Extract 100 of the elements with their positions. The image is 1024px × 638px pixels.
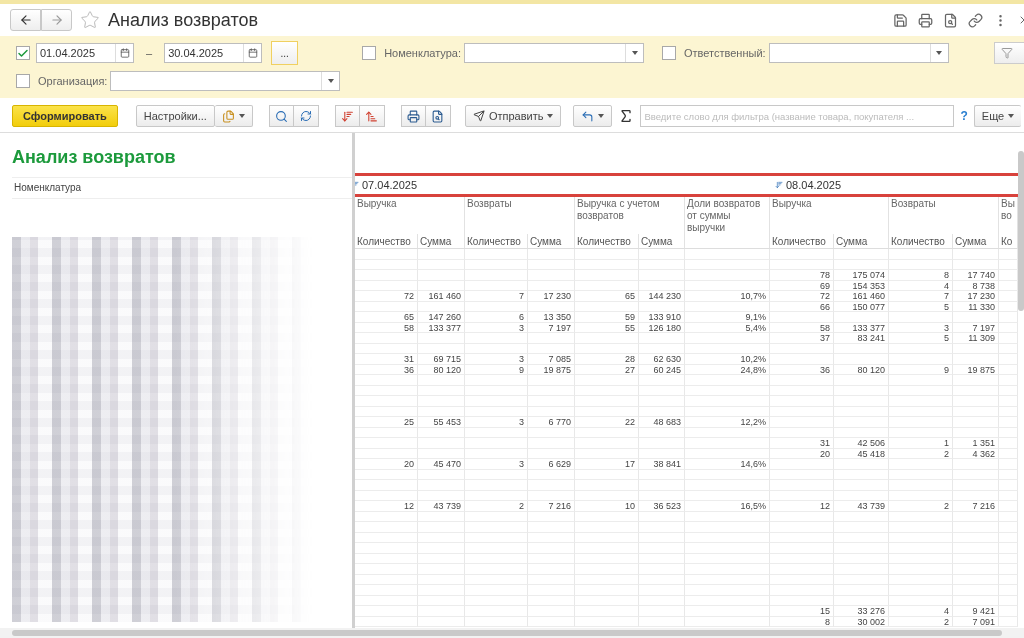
- column-header: Количество: [465, 234, 528, 249]
- table-cell: 15: [770, 606, 834, 617]
- back-button[interactable]: [10, 9, 41, 31]
- table-cell: 10,2%: [685, 354, 770, 365]
- table-cell: 7: [889, 291, 953, 302]
- empty-cell: [355, 595, 418, 606]
- variants-button[interactable]: [214, 105, 253, 127]
- print-icon: [406, 109, 420, 123]
- empty-cell: [355, 385, 418, 396]
- table-cell: 33 276: [834, 606, 889, 617]
- table-cell: 7 091: [953, 616, 999, 627]
- empty-cell: [355, 448, 418, 459]
- table-cell: 55: [575, 322, 639, 333]
- table-cell: 43 739: [834, 501, 889, 512]
- checkbox[interactable]: [362, 46, 377, 60]
- column-header: Количество: [355, 234, 418, 249]
- group-header: Возвраты: [465, 197, 575, 234]
- search-field[interactable]: Введите слово для фильтра (название товара, покупателя ...: [640, 105, 955, 127]
- table-cell: 17: [575, 459, 639, 470]
- table-cell: 83 241: [834, 333, 889, 344]
- funnel-icon: [1001, 47, 1013, 59]
- table-cell: 13 350: [528, 312, 575, 323]
- table-cell: 19 875: [953, 364, 999, 375]
- table-cell: 3: [465, 417, 528, 428]
- group-header: Выручка: [355, 197, 465, 234]
- arrow-icon: [581, 109, 595, 123]
- caret-icon: [327, 79, 334, 83]
- table-cell: 150 077: [834, 301, 889, 312]
- group-header: Выручка с учетом возвратов: [575, 197, 685, 234]
- table-cell: 31: [355, 354, 418, 365]
- table-cell: 60 245: [639, 364, 685, 375]
- caret-icon: [936, 51, 943, 55]
- column-header: Номенклатура: [12, 177, 352, 199]
- table-cell: 6 770: [528, 417, 575, 428]
- table-cell: 5: [889, 301, 953, 312]
- select-field[interactable]: [110, 71, 341, 91]
- help-link[interactable]: ?: [960, 109, 968, 123]
- save-icon[interactable]: [893, 12, 908, 28]
- settings-button[interactable]: Настройки...: [135, 105, 215, 127]
- empty-cell: [355, 406, 418, 417]
- table-cell: 9,1%: [685, 312, 770, 323]
- print-icon[interactable]: [918, 12, 933, 28]
- date-field[interactable]: 01.04.2025: [36, 43, 134, 63]
- search-button[interactable]: [268, 105, 294, 127]
- table-cell: 36: [770, 364, 834, 375]
- table-cell: 5: [889, 333, 953, 344]
- checkbox[interactable]: [662, 46, 676, 60]
- empty-cell: [889, 249, 953, 260]
- select-field[interactable]: [464, 43, 644, 63]
- generate-button[interactable]: Сформировать: [12, 105, 118, 127]
- more-menu-button[interactable]: Еще: [973, 105, 1022, 127]
- checkbox[interactable]: [16, 46, 30, 60]
- refresh-icon: [299, 110, 312, 122]
- table-cell: 8: [770, 616, 834, 627]
- table-cell: 55 453: [418, 417, 465, 428]
- undo-button[interactable]: [573, 105, 613, 127]
- link-icon[interactable]: [968, 12, 983, 28]
- empty-cell: [355, 532, 418, 543]
- more-button[interactable]: ...: [271, 41, 299, 65]
- empty-cell: [834, 249, 889, 260]
- table-cell: 2: [889, 501, 953, 512]
- table-cell: 17 230: [528, 291, 575, 302]
- send-button[interactable]: Отправить: [464, 105, 562, 127]
- date-header: 07.04.2025: [362, 179, 418, 191]
- group-header: Доли возвратов от суммы выручки: [685, 197, 770, 234]
- empty-cell: [355, 564, 418, 575]
- table-cell: 133 377: [834, 322, 889, 333]
- preview-icon[interactable]: [943, 12, 958, 28]
- send-icon: [472, 110, 485, 122]
- preview-button[interactable]: [425, 105, 451, 127]
- filter-button[interactable]: [994, 42, 1024, 64]
- collapse-button[interactable]: [359, 105, 385, 127]
- empty-cell: [355, 585, 418, 596]
- table-cell: 4: [889, 606, 953, 617]
- star-icon[interactable]: [80, 10, 100, 30]
- table-cell: 175 074: [834, 270, 889, 281]
- empty-cell: [355, 553, 418, 564]
- refresh-search-button[interactable]: [293, 105, 319, 127]
- empty-cell: [355, 343, 418, 354]
- table-cell: 43 739: [418, 501, 465, 512]
- select-field[interactable]: [768, 43, 949, 63]
- table-cell: 161 460: [834, 291, 889, 302]
- table-cell: 10,7%: [685, 291, 770, 302]
- table-cell: 126 180: [639, 322, 685, 333]
- table-cell: 38 841: [639, 459, 685, 470]
- caret-icon: [598, 114, 605, 118]
- table-cell: 133 377: [418, 322, 465, 333]
- empty-cell: [999, 312, 1018, 323]
- empty-cell: [418, 249, 465, 260]
- table-cell: 27: [575, 364, 639, 375]
- dash-text: –: [146, 47, 153, 59]
- print-button[interactable]: [400, 105, 426, 127]
- expand-button[interactable]: [334, 105, 360, 127]
- table-cell: 42 506: [834, 438, 889, 449]
- table-cell: 62 630: [639, 354, 685, 365]
- table-cell: 22: [575, 417, 639, 428]
- table-cell: 36 523: [639, 501, 685, 512]
- table-cell: 6: [465, 312, 528, 323]
- date-field[interactable]: 30.04.2025: [164, 43, 263, 63]
- checkbox[interactable]: [16, 74, 30, 88]
